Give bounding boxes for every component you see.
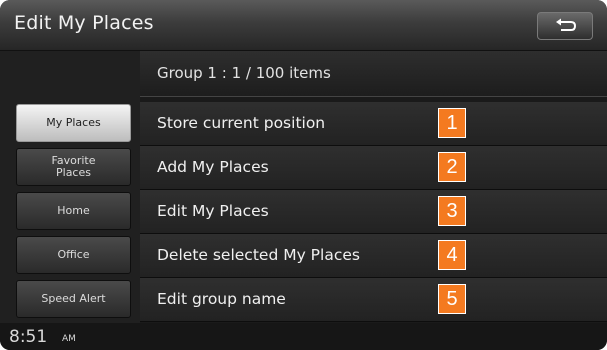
screen: Edit My Places My Places Favorite Places… xyxy=(0,0,607,350)
menu-item-edit-my-places[interactable]: Edit My Places 3 xyxy=(140,190,607,234)
menu-item-store-current-position[interactable]: Store current position 1 xyxy=(140,102,607,146)
tab-label: Speed Alert xyxy=(41,292,106,305)
back-button[interactable] xyxy=(537,12,593,40)
menu-item-label: Add My Places xyxy=(157,158,269,176)
number-badge: 2 xyxy=(438,152,466,182)
number-badge: 5 xyxy=(438,284,466,314)
number-badge: 1 xyxy=(438,108,466,138)
tab-speed-alert[interactable]: Speed Alert xyxy=(16,280,131,318)
clock-ampm: AM xyxy=(62,334,76,344)
number-badge: 4 xyxy=(438,240,466,270)
menu-item-label: Edit group name xyxy=(157,290,286,308)
tab-office[interactable]: Office xyxy=(16,236,131,274)
tab-my-places[interactable]: My Places xyxy=(16,104,131,142)
number-badge: 3 xyxy=(438,196,466,226)
menu-item-delete-selected-my-places[interactable]: Delete selected My Places 4 xyxy=(140,234,607,278)
tab-label: Office xyxy=(57,248,90,261)
category-tabs: My Places Favorite Places Home Office Sp… xyxy=(0,51,140,323)
tab-label: Favorite Places xyxy=(51,154,96,179)
group-info: Group 1 : 1 / 100 items xyxy=(157,64,331,82)
menu-item-add-my-places[interactable]: Add My Places 2 xyxy=(140,146,607,190)
group-info-row: Group 1 : 1 / 100 items xyxy=(140,51,607,97)
menu-item-edit-group-name[interactable]: Edit group name 5 xyxy=(140,278,607,322)
menu-item-label: Edit My Places xyxy=(157,202,269,220)
status-bar: 8:51 AM xyxy=(0,323,607,350)
menu-item-label: Delete selected My Places xyxy=(157,246,360,264)
tab-favorite-places[interactable]: Favorite Places xyxy=(16,148,131,186)
title-bar: Edit My Places xyxy=(0,0,607,51)
page-title: Edit My Places xyxy=(14,12,154,34)
tab-label: Home xyxy=(57,204,90,217)
tab-home[interactable]: Home xyxy=(16,192,131,230)
clock-time: 8:51 xyxy=(9,327,48,347)
menu-item-label: Store current position xyxy=(157,114,326,132)
tab-label: My Places xyxy=(46,116,101,129)
